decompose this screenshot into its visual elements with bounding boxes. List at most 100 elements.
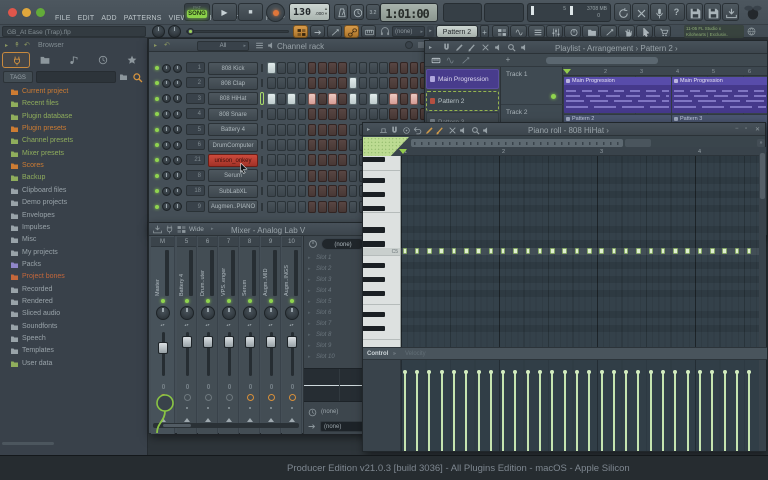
- channel-number-box[interactable]: 2: [186, 77, 205, 88]
- step-1[interactable]: [267, 139, 276, 151]
- note[interactable]: [587, 248, 592, 254]
- velocity-bar[interactable]: [441, 373, 443, 451]
- step-1[interactable]: [267, 77, 276, 89]
- track-output-selector[interactable]: (none): [320, 421, 366, 432]
- mixer-strip-9[interactable]: 9Augm..MID▴▾: [261, 236, 281, 434]
- velocity-cap[interactable]: [661, 370, 665, 374]
- tempo-display[interactable]: 130.000▲ ▼: [289, 3, 330, 21]
- step-4[interactable]: [298, 139, 307, 151]
- velocity-cap[interactable]: [735, 370, 739, 374]
- step-12[interactable]: [379, 93, 388, 105]
- vel-vscrollbar[interactable]: [759, 360, 766, 451]
- velocity-cap[interactable]: [440, 370, 444, 374]
- save-as-button[interactable]: [704, 3, 721, 21]
- strip-lamp-icon[interactable]: [186, 384, 189, 389]
- macos-zoom-button[interactable]: [36, 8, 45, 17]
- step-7[interactable]: [328, 139, 337, 151]
- mixer-layout-selector[interactable]: Wide: [189, 226, 204, 233]
- velocity-cap[interactable]: [550, 370, 554, 374]
- step-8[interactable]: [338, 139, 347, 151]
- mixer-slot-2[interactable]: Slot 2: [316, 266, 331, 272]
- velocity-bar[interactable]: [514, 373, 516, 451]
- export-button[interactable]: [722, 3, 739, 21]
- step-3[interactable]: [287, 139, 296, 151]
- mute-icon[interactable]: [494, 43, 503, 52]
- browser-tab-audio[interactable]: [60, 52, 88, 68]
- browser-up-icon[interactable]: ↟: [14, 41, 20, 49]
- step-15[interactable]: [410, 62, 419, 74]
- time-display[interactable]: 1:01:00: [380, 3, 438, 22]
- step-6[interactable]: [318, 124, 327, 136]
- step-2[interactable]: [277, 62, 286, 74]
- mixer-dock-icon[interactable]: [153, 225, 162, 234]
- velocity-bar[interactable]: [453, 373, 455, 451]
- channel-number-box[interactable]: 6: [186, 139, 205, 150]
- channel-pan-knob[interactable]: [162, 141, 171, 150]
- browser-item-packs[interactable]: Packs: [0, 259, 148, 271]
- step-9[interactable]: [349, 93, 358, 105]
- step-4[interactable]: [298, 108, 307, 120]
- velocity-bar[interactable]: [490, 373, 492, 451]
- velocity-cap[interactable]: [427, 370, 431, 374]
- strip-pan-knob[interactable]: [156, 306, 170, 320]
- channel-volume-knob[interactable]: [173, 125, 182, 134]
- step-2[interactable]: [277, 108, 286, 120]
- search-folder-icon[interactable]: [119, 73, 128, 81]
- mixer-slot-7[interactable]: Slot 7: [316, 321, 331, 327]
- step-8[interactable]: [338, 185, 347, 197]
- step-9[interactable]: [349, 124, 358, 136]
- step-8[interactable]: [338, 124, 347, 136]
- step-14[interactable]: [400, 108, 409, 120]
- playlist-hscrollbar[interactable]: [546, 57, 658, 64]
- velocity-bar[interactable]: [551, 373, 553, 451]
- step-6[interactable]: [318, 62, 327, 74]
- velocity-cap[interactable]: [403, 370, 407, 374]
- strip-pan-knob[interactable]: [222, 306, 236, 320]
- step-14[interactable]: [400, 77, 409, 89]
- velocity-cap[interactable]: [723, 370, 727, 374]
- black-key[interactable]: [363, 263, 385, 268]
- step-3[interactable]: [287, 93, 296, 105]
- glue-icon[interactable]: [379, 126, 388, 135]
- velocity-bar[interactable]: [502, 373, 504, 451]
- browser-item-channel-presets[interactable]: Channel presets: [0, 135, 148, 147]
- pattern-selector[interactable]: Pattern 2: [436, 25, 478, 38]
- track-1-header[interactable]: Track 1: [501, 67, 563, 105]
- step-10[interactable]: [359, 93, 368, 105]
- browser-hscrollbar[interactable]: [2, 442, 54, 445]
- note[interactable]: [439, 248, 444, 254]
- channel-enable-led[interactable]: [155, 143, 159, 147]
- step-4[interactable]: [298, 201, 307, 213]
- mixer-slot-8[interactable]: Slot 8: [316, 332, 331, 338]
- channel-enable-led[interactable]: [155, 174, 159, 178]
- strip-lamp-icon[interactable]: [162, 384, 165, 389]
- browser-item-plugin-presets[interactable]: Plugin presets: [0, 123, 148, 135]
- black-key[interactable]: [363, 227, 385, 232]
- step-11[interactable]: [369, 77, 378, 89]
- velocity-bar[interactable]: [687, 373, 689, 451]
- channel-rack-button[interactable]: [528, 25, 545, 38]
- browser-item-current-project[interactable]: Current project: [0, 86, 148, 98]
- note[interactable]: [501, 248, 506, 254]
- step-1[interactable]: [267, 93, 276, 105]
- channel-number-box[interactable]: 4: [186, 108, 205, 119]
- note[interactable]: [403, 248, 408, 254]
- note[interactable]: [612, 248, 617, 254]
- clip-main-progression[interactable]: Main Progression: [672, 77, 767, 113]
- undo-icon[interactable]: [413, 126, 422, 135]
- velocity-cap[interactable]: [575, 370, 579, 374]
- channel-number-box[interactable]: 9: [186, 201, 205, 212]
- step-6[interactable]: [318, 201, 327, 213]
- channel-name-button[interactable]: SubLabXL: [208, 185, 258, 198]
- step-2[interactable]: [277, 139, 286, 151]
- strip-fader-cap[interactable]: [287, 336, 297, 348]
- browser-tab-favorites[interactable]: [118, 52, 146, 68]
- channel-pan-knob[interactable]: [162, 156, 171, 165]
- step-6[interactable]: [318, 139, 327, 151]
- step-7[interactable]: [328, 154, 337, 166]
- step-9[interactable]: [349, 62, 358, 74]
- touch-button[interactable]: [564, 25, 581, 38]
- link-button[interactable]: [344, 25, 359, 38]
- strip-mute-button[interactable]: [268, 394, 275, 401]
- step-8[interactable]: [338, 62, 347, 74]
